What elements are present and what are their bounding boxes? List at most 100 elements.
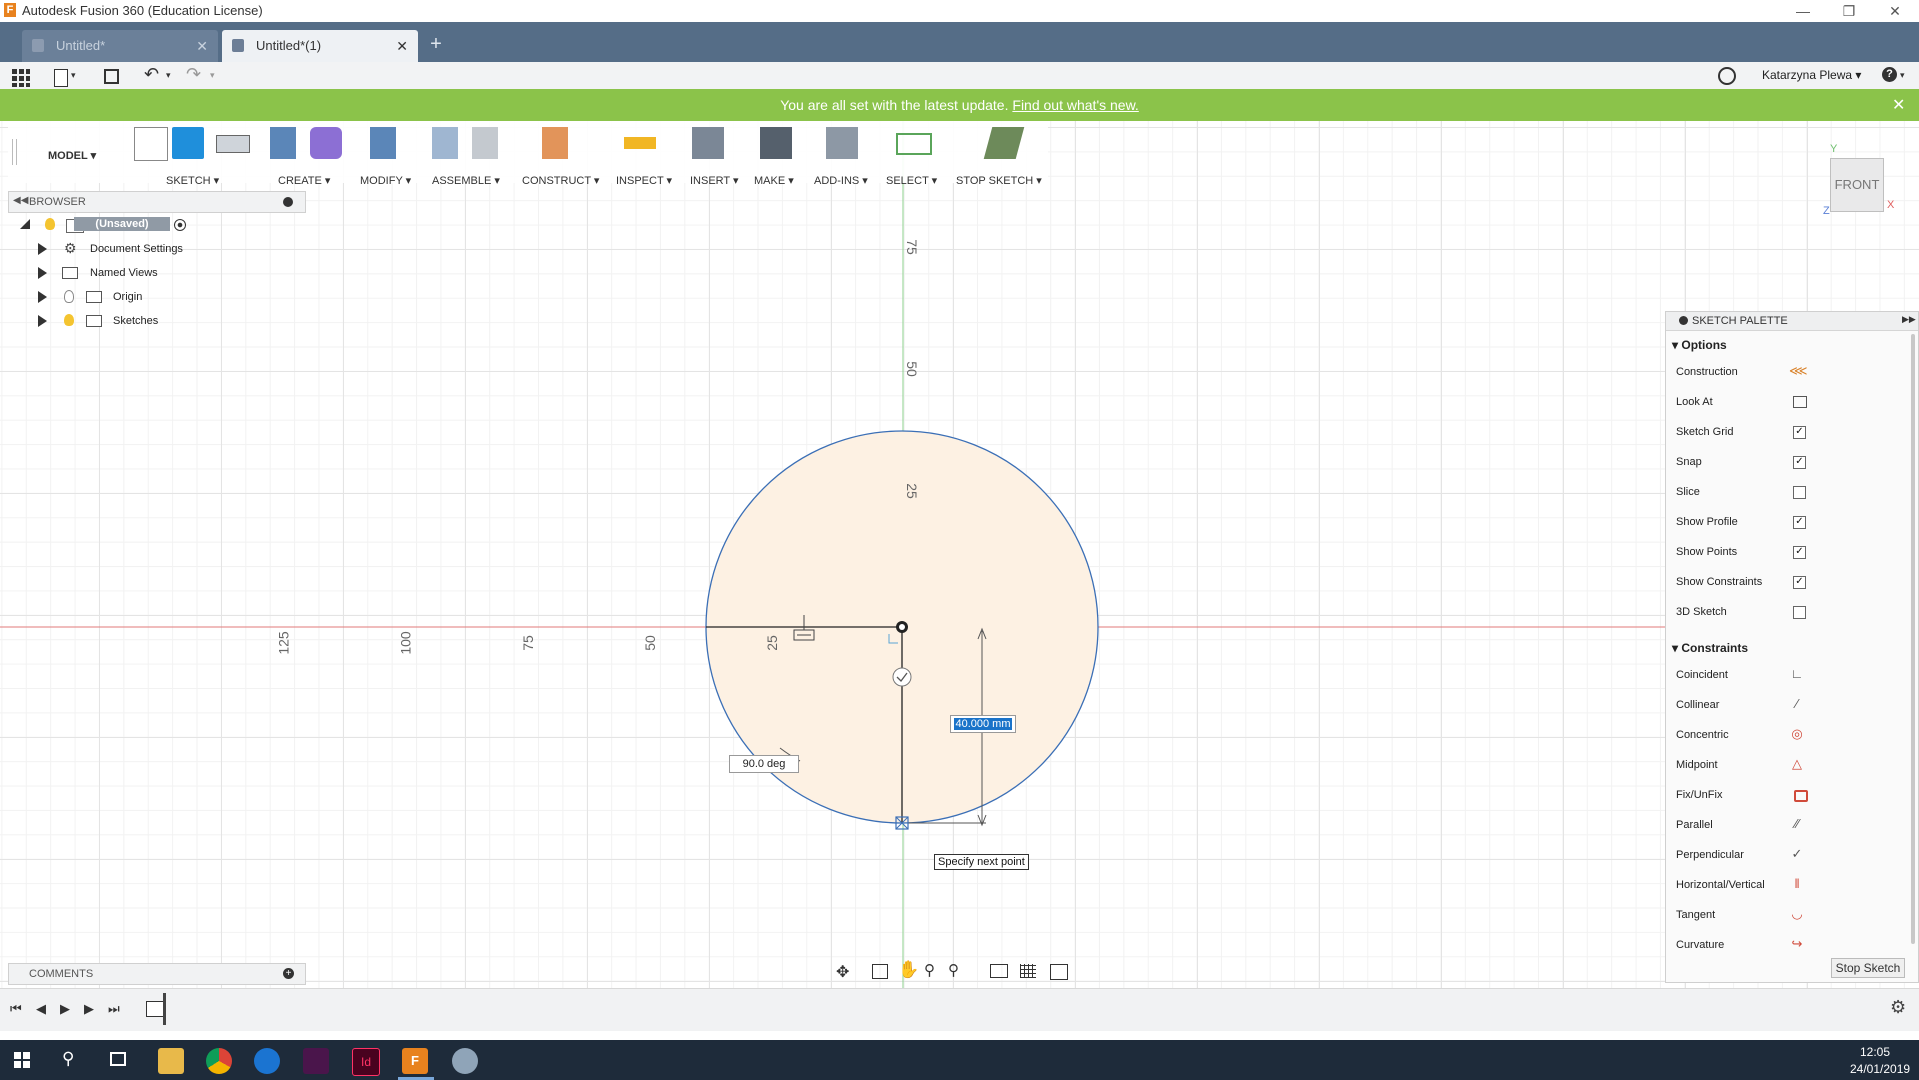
snap-checkbox[interactable]: ✓ (1793, 456, 1806, 469)
expand-triangle-icon[interactable] (38, 291, 47, 303)
palette-option-look-at[interactable]: Look At (1666, 393, 1918, 415)
lock-icon[interactable] (1794, 790, 1808, 802)
comments-panel-header[interactable]: COMMENTS + (8, 963, 306, 985)
app-icon[interactable] (452, 1048, 478, 1074)
toolbar-group-sketch[interactable]: SKETCH ▾ (166, 174, 219, 187)
show-points-checkbox[interactable]: ✓ (1793, 546, 1806, 559)
constraint-concentric[interactable]: Concentric ◎ (1666, 726, 1918, 748)
constraint-midpoint[interactable]: Midpoint △ (1666, 756, 1918, 778)
chevron-down-icon[interactable]: ▾ (210, 70, 215, 81)
collapse-browser-icon[interactable]: ◀◀ (13, 195, 28, 206)
look-at-icon[interactable] (872, 964, 888, 979)
browser-panel-header[interactable]: ◀◀ BROWSER (8, 191, 306, 213)
palette-option-3d-sketch[interactable]: 3D Sketch (1666, 603, 1918, 625)
3d-sketch-checkbox[interactable] (1793, 606, 1806, 619)
file-explorer-icon[interactable] (158, 1048, 184, 1074)
form-icon[interactable] (310, 127, 342, 159)
options-section-header[interactable]: ▾ Options (1672, 338, 1727, 352)
perpendicular-icon[interactable]: ✓ (1789, 846, 1805, 862)
settings-gear-icon[interactable]: ⚙ (1890, 997, 1906, 1018)
palette-option-show-profile[interactable]: Show Profile ✓ (1666, 513, 1918, 535)
help-icon[interactable]: ? (1882, 67, 1897, 82)
orbit-icon[interactable]: ✥ (836, 962, 849, 982)
whats-new-link[interactable]: Find out what's new. (1012, 97, 1138, 113)
display-settings-icon[interactable] (990, 964, 1008, 978)
collapse-triangle-icon[interactable] (20, 219, 30, 229)
zoom-icon[interactable]: ⚲ (924, 961, 935, 979)
sketch-grid-checkbox[interactable]: ✓ (1793, 426, 1806, 439)
start-button-icon[interactable] (14, 1052, 30, 1068)
close-window-button[interactable]: ✕ (1872, 0, 1918, 22)
edge-icon[interactable] (254, 1048, 280, 1074)
tree-item-origin[interactable]: Origin (8, 288, 304, 308)
toolbar-group-select[interactable]: SELECT ▾ (886, 174, 937, 187)
constraint-tangent[interactable]: Tangent ◡ (1666, 906, 1918, 928)
extrude-icon[interactable] (270, 127, 296, 159)
tab-untitled[interactable]: Untitled* ✕ (22, 30, 218, 62)
constraint-curvature[interactable]: Curvature ↪ (1666, 936, 1918, 948)
rectangle-tool-icon[interactable] (216, 135, 250, 153)
close-banner-icon[interactable]: ✕ (1892, 95, 1905, 115)
go-to-end-icon[interactable]: ⏭ (108, 1001, 120, 1017)
insert-image-icon[interactable] (692, 127, 724, 159)
visibility-bulb-icon[interactable] (45, 218, 55, 230)
add-comment-icon[interactable]: + (283, 968, 294, 979)
play-icon[interactable]: ▶ (60, 1001, 70, 1017)
scripts-addins-icon[interactable] (826, 127, 858, 159)
palette-option-construction[interactable]: Construction ⋘ (1666, 363, 1918, 385)
midpoint-icon[interactable]: △ (1789, 756, 1805, 772)
data-panel-grid-icon[interactable] (12, 69, 30, 87)
close-icon[interactable]: ✕ (396, 30, 408, 62)
visibility-bulb-icon[interactable] (64, 290, 74, 303)
palette-option-sketch-grid[interactable]: Sketch Grid ✓ (1666, 423, 1918, 445)
chevron-down-icon[interactable]: ▾ (1900, 70, 1905, 81)
stop-sketch-icon[interactable] (983, 127, 1025, 159)
horizontal-vertical-icon[interactable]: ‖ (1789, 876, 1805, 891)
redo-icon[interactable]: ↷ (186, 64, 201, 85)
constraint-coincident[interactable]: Coincident ∟ (1666, 666, 1918, 688)
zoom-window-icon[interactable]: ⚲ (948, 961, 959, 979)
tree-item-document-settings[interactable]: ⚙ Document Settings (8, 240, 304, 260)
slack-icon[interactable] (303, 1048, 329, 1074)
3d-print-icon[interactable] (760, 127, 792, 159)
joint-icon[interactable] (472, 127, 498, 159)
press-pull-icon[interactable] (370, 127, 396, 159)
measure-icon[interactable] (624, 137, 656, 149)
palette-option-slice[interactable]: Slice (1666, 483, 1918, 505)
toolbar-group-create[interactable]: CREATE ▾ (278, 174, 330, 187)
browser-minimize-icon[interactable] (283, 197, 293, 207)
toolbar-group-modify[interactable]: MODIFY ▾ (360, 174, 411, 187)
constraints-section-header[interactable]: ▾ Constraints (1672, 641, 1748, 655)
root-label[interactable]: (Unsaved) (74, 217, 170, 231)
undo-icon[interactable]: ↶ (144, 64, 159, 85)
minimize-button[interactable]: — (1780, 0, 1826, 22)
toolbar-group-inspect[interactable]: INSPECT ▾ (616, 174, 672, 187)
constraint-fix-unfix[interactable]: Fix/UnFix (1666, 786, 1918, 808)
concentric-icon[interactable]: ◎ (1789, 726, 1805, 742)
angle-dimension-input[interactable]: 90.0 deg (729, 755, 799, 773)
tree-item-named-views[interactable]: Named Views (8, 264, 304, 284)
length-dimension-input[interactable]: 40.000 mm (950, 715, 1016, 733)
look-at-icon[interactable] (1793, 396, 1807, 408)
expand-triangle-icon[interactable] (38, 267, 47, 279)
pan-hand-icon[interactable]: ✋ (898, 960, 919, 980)
toolbar-group-make[interactable]: MAKE ▾ (754, 174, 794, 187)
close-icon[interactable]: ✕ (196, 30, 208, 62)
expand-triangle-icon[interactable] (38, 315, 47, 327)
slice-checkbox[interactable] (1793, 486, 1806, 499)
tree-item-sketches[interactable]: Sketches (8, 312, 304, 332)
create-sketch-icon[interactable] (134, 127, 168, 161)
construction-icon[interactable]: ⋘ (1789, 363, 1808, 379)
go-to-start-icon[interactable]: ⏮ (10, 1001, 22, 1017)
palette-option-show-points[interactable]: Show Points ✓ (1666, 543, 1918, 565)
show-profile-checkbox[interactable]: ✓ (1793, 516, 1806, 529)
save-icon[interactable] (104, 69, 119, 84)
tree-root[interactable]: (Unsaved) (8, 216, 304, 236)
step-forward-icon[interactable]: ▶ (84, 1001, 94, 1017)
fusion360-icon[interactable]: F (402, 1048, 428, 1074)
toolbar-group-addins[interactable]: ADD-INS ▾ (814, 174, 868, 187)
palette-option-snap[interactable]: Snap ✓ (1666, 453, 1918, 475)
constraint-perpendicular[interactable]: Perpendicular ✓ (1666, 846, 1918, 868)
offset-plane-icon[interactable] (542, 127, 568, 159)
palette-header[interactable]: SKETCH PALETTE ▶▶ (1666, 312, 1918, 331)
